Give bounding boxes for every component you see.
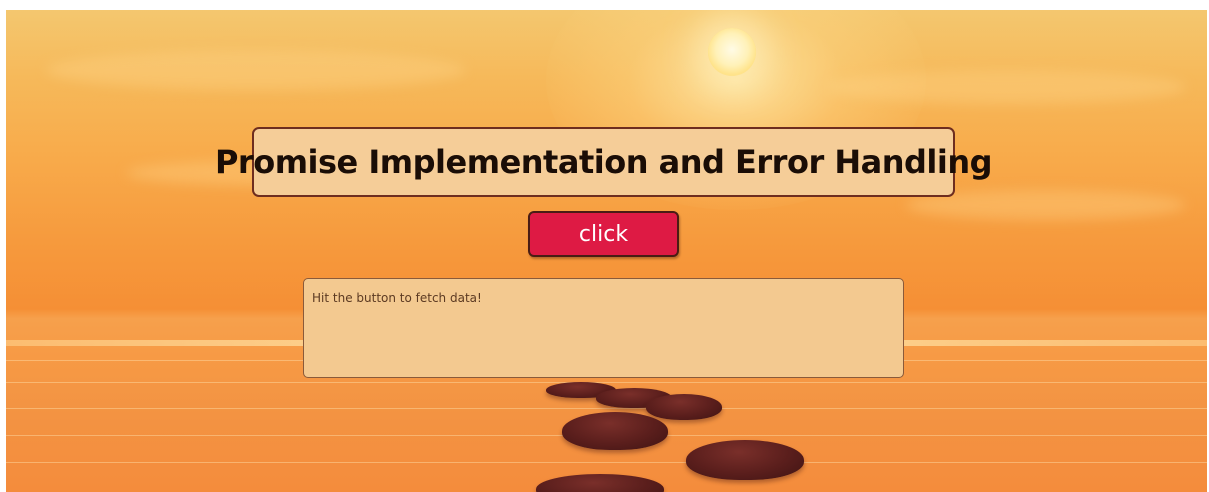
title-banner: Promise Implementation and Error Handlin…: [215, 127, 993, 197]
output-textarea[interactable]: Hit the button to fetch data!: [303, 278, 904, 378]
water-ripple: [6, 408, 1207, 409]
fetch-button[interactable]: click: [528, 211, 679, 257]
page-title: Promise Implementation and Error Handlin…: [214, 143, 993, 181]
cloud: [826, 70, 1186, 104]
water-ripple: [6, 462, 1207, 463]
sun: [708, 28, 756, 76]
cloud: [46, 50, 466, 90]
stepping-stone: [646, 394, 722, 420]
water-ripple: [6, 382, 1207, 383]
stepping-stone: [562, 412, 668, 450]
stepping-stone: [686, 440, 804, 480]
stepping-stone: [536, 474, 664, 492]
